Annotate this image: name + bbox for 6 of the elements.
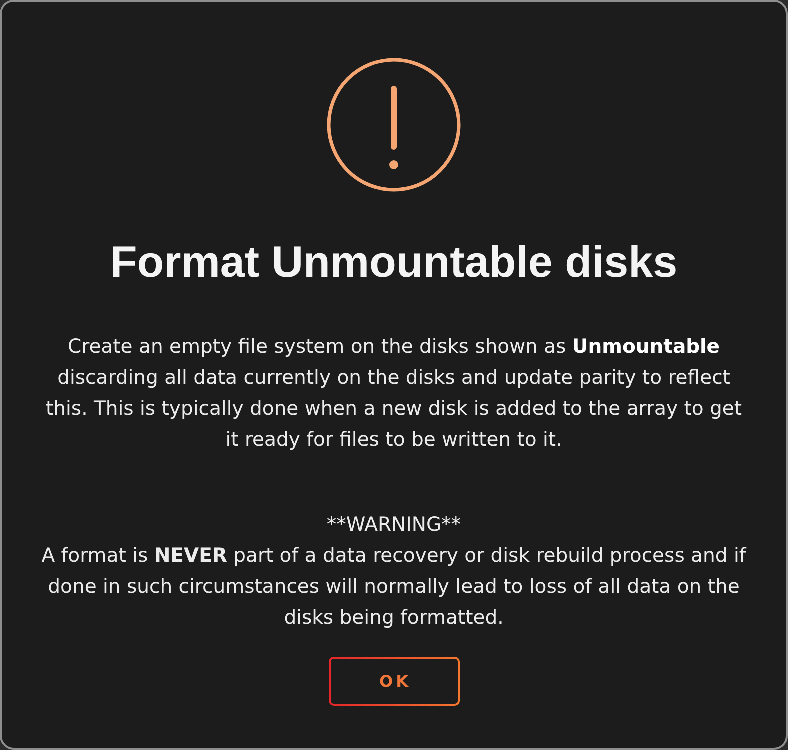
description-text: Create an empty file system on the disks shown as Unmountable discarding all data currently on the disks and update parity to reflect this. This is typically done when a new disk is added to the array to get it ready for files to be written to it. [44,334,743,453]
dialog-title: Format Unmountable disks [110,237,678,289]
warning-text: A format is NEVER part of a data recovery or disk rebuild process and if done in such circumstances will normally lead to loss of all data on the disks being formatted. [40,543,748,631]
ok-button[interactable]: OK [328,657,460,706]
exclamation-circle-icon [326,57,462,193]
warning-heading: **WARNING** [326,512,462,538]
